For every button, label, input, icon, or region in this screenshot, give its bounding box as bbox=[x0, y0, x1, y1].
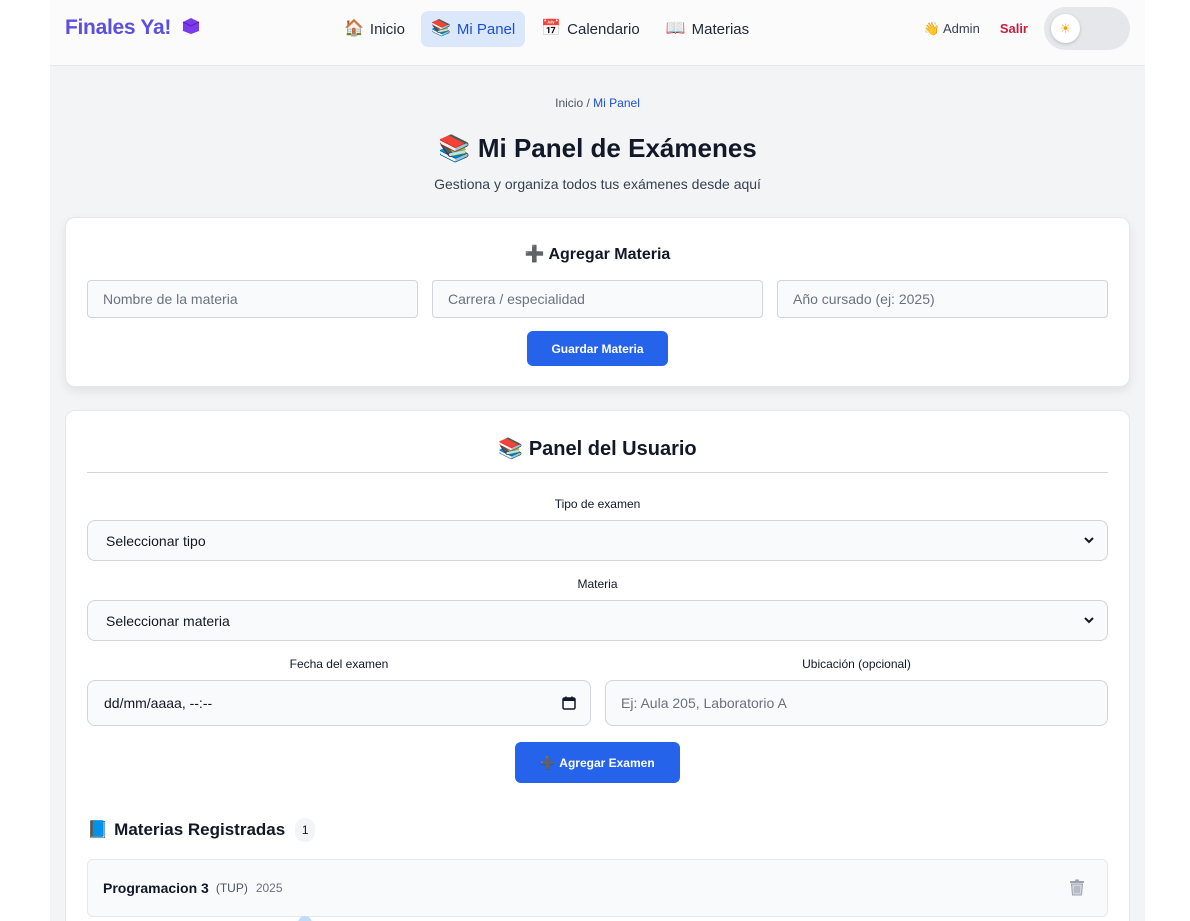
add-exam-button[interactable]: ➕ Agregar Examen bbox=[515, 742, 680, 783]
sun-icon: ☀ bbox=[1051, 14, 1080, 43]
nav-link-label: Inicio bbox=[369, 20, 405, 38]
subject-label: Materia bbox=[577, 577, 618, 591]
user-panel-title: 📚 Panel del Usuario bbox=[66, 436, 1129, 461]
exam-type-value: Seleccionar tipo bbox=[106, 532, 206, 549]
subject-name-input[interactable] bbox=[87, 280, 418, 318]
subject-select[interactable]: Seleccionar materia bbox=[87, 600, 1108, 641]
calendar-icon bbox=[562, 696, 576, 710]
chevron-down-icon bbox=[1084, 537, 1094, 544]
house-icon: 🏠 bbox=[344, 20, 364, 37]
page-title-text: Mi Panel de Exámenes bbox=[477, 133, 757, 163]
exam-type-select[interactable]: Seleccionar tipo bbox=[87, 520, 1108, 561]
waving-hand-icon: 👋 bbox=[923, 20, 940, 36]
exam-date-label: Fecha del examen bbox=[289, 657, 389, 671]
blue-book-icon: 📘 bbox=[87, 820, 109, 839]
books-icon: 📚 bbox=[498, 438, 524, 460]
add-subject-card: ➕ Agregar Materia Guardar Materia bbox=[65, 217, 1130, 387]
graduation-cap-icon bbox=[182, 18, 199, 34]
add-exam-label: Agregar Examen bbox=[559, 755, 655, 770]
trash-icon[interactable] bbox=[1069, 879, 1085, 896]
user-name: Admin bbox=[942, 21, 980, 36]
user-panel-title-text: Panel del Usuario bbox=[528, 438, 697, 460]
save-subject-button[interactable]: Guardar Materia bbox=[527, 331, 668, 366]
nav-link-label: Mi Panel bbox=[456, 20, 516, 38]
breadcrumb-current: Mi Panel bbox=[593, 96, 640, 110]
career-input[interactable] bbox=[432, 280, 763, 318]
list-item: Programacion 3 (TUP) 2025 bbox=[87, 859, 1108, 917]
nav-link-label: Calendario bbox=[567, 20, 640, 38]
page-subtitle: Gestiona y organiza todos tus exámenes d… bbox=[434, 176, 761, 192]
exam-date-input[interactable]: dd/mm/aaaa, --:-- bbox=[87, 680, 591, 726]
exam-type-label: Tipo de examen bbox=[554, 497, 641, 511]
books-icon: 📚 bbox=[438, 133, 471, 163]
location-input[interactable] bbox=[605, 680, 1108, 726]
subject-name: Programacion 3 bbox=[103, 880, 209, 896]
page-title: 📚 Mi Panel de Exámenes bbox=[50, 133, 1145, 164]
calendar-icon: 📅 bbox=[541, 20, 562, 37]
user-greeting: 👋 Admin bbox=[924, 21, 980, 37]
chevron-down-icon bbox=[1084, 617, 1094, 624]
nav-link-inicio[interactable]: 🏠 Inicio bbox=[334, 11, 415, 47]
theme-toggle[interactable]: ☀ bbox=[1044, 7, 1130, 50]
subject-select-value: Seleccionar materia bbox=[106, 612, 230, 629]
nav-link-calendario[interactable]: 📅 Calendario bbox=[531, 11, 649, 47]
breadcrumb: Inicio / Mi Panel bbox=[50, 96, 1145, 110]
divider bbox=[87, 472, 1108, 473]
top-navbar: Finales Ya! 🏠 Inicio 📚 Mi Panel 📅 Calend… bbox=[50, 0, 1145, 66]
subject-year: 2025 bbox=[255, 881, 283, 895]
location-label: Ubicación (opcional) bbox=[802, 657, 911, 671]
subject-career: (TUP) bbox=[215, 881, 248, 895]
logout-link[interactable]: Salir bbox=[1000, 21, 1028, 36]
plus-icon: ➕ bbox=[524, 246, 545, 263]
breadcrumb-separator: / bbox=[586, 96, 590, 110]
nav-link-label: Materias bbox=[691, 20, 750, 38]
plus-icon: ➕ bbox=[540, 755, 556, 770]
brand-name: Finales Ya! bbox=[65, 16, 172, 39]
nav-link-mi-panel[interactable]: 📚 Mi Panel bbox=[420, 11, 526, 47]
nav-links: 🏠 Inicio 📚 Mi Panel 📅 Calendario 📖 Mater… bbox=[334, 11, 759, 47]
books-icon: 📚 bbox=[430, 20, 451, 37]
subjects-count-badge: 1 bbox=[295, 818, 316, 842]
add-subject-title-text: Agregar Materia bbox=[548, 246, 671, 263]
registered-subjects-heading: 📘 Materias Registradas 1 bbox=[87, 818, 316, 842]
page: Finales Ya! 🏠 Inicio 📚 Mi Panel 📅 Calend… bbox=[50, 0, 1145, 921]
nav-user-area: 👋 Admin Salir ☀ bbox=[924, 7, 1130, 50]
registered-subjects-title: Materias Registradas bbox=[114, 820, 286, 839]
brand-logo[interactable]: Finales Ya! bbox=[65, 16, 201, 40]
breadcrumb-home[interactable]: Inicio bbox=[555, 96, 583, 110]
open-book-icon: 📖 bbox=[665, 20, 686, 37]
exam-date-value: dd/mm/aaaa, --:-- bbox=[104, 695, 213, 711]
user-panel-card: 📚 Panel del Usuario Tipo de examen Selec… bbox=[65, 410, 1130, 921]
add-subject-title: ➕ Agregar Materia bbox=[66, 244, 1129, 264]
nav-link-materias[interactable]: 📖 Materias bbox=[656, 11, 759, 47]
year-input[interactable] bbox=[777, 280, 1108, 318]
